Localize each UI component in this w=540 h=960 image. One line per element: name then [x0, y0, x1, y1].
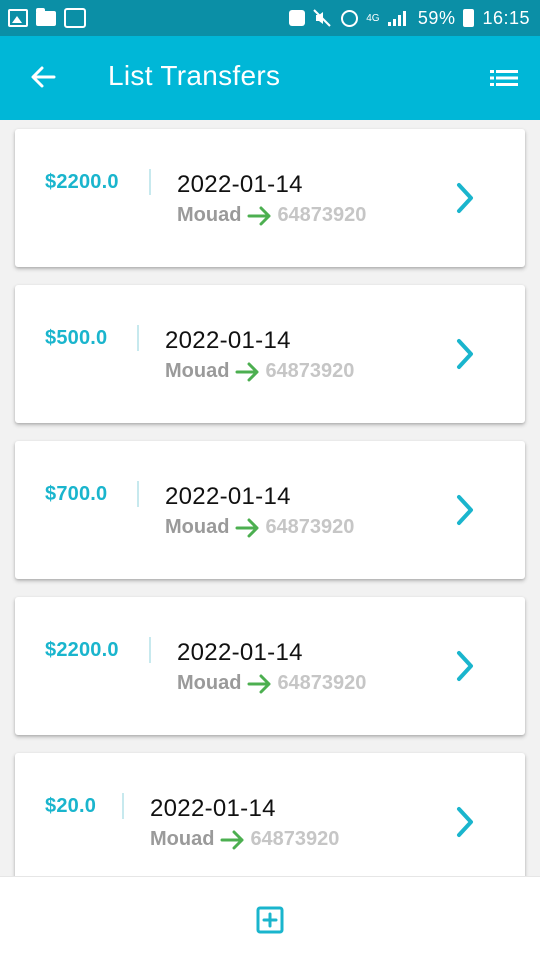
transfer-route: Mouad 64873920 — [150, 828, 339, 851]
list-menu-icon — [490, 70, 518, 86]
chevron-right-icon[interactable] — [453, 181, 477, 215]
status-bar: 4G 59% 16:15 — [0, 0, 540, 36]
transfer-sender: Mouad — [150, 828, 215, 850]
transfer-sender: Mouad — [165, 516, 230, 538]
app-bar: List Transfers — [0, 36, 540, 120]
battery-icon — [463, 9, 475, 27]
card-divider — [122, 793, 124, 819]
alarm-icon — [340, 9, 358, 27]
folder-notification-icon — [36, 7, 56, 26]
back-button[interactable] — [28, 62, 58, 92]
battery-percentage: 59% — [417, 7, 456, 28]
arrow-right-icon — [235, 362, 259, 381]
add-box-icon — [256, 906, 284, 934]
bottom-bar — [0, 876, 540, 960]
wifi-notification-icon — [64, 8, 86, 28]
chevron-right-icon[interactable] — [453, 337, 477, 371]
transfer-sender: Mouad — [177, 204, 242, 226]
status-bar-notifications — [8, 7, 86, 28]
transfer-route: Mouad 64873920 — [165, 516, 354, 539]
network-type: 4G — [366, 12, 380, 24]
chevron-right-icon[interactable] — [453, 805, 477, 839]
card-divider — [149, 169, 151, 195]
transfer-card[interactable]: $500.0 2022-01-14 Mouad 64873920 — [15, 285, 525, 423]
lock-icon — [288, 10, 305, 26]
transfer-date: 2022-01-14 — [165, 483, 291, 510]
transfer-amount: $2200.0 — [45, 639, 119, 661]
transfer-sender: Mouad — [165, 360, 230, 382]
transfer-amount: $700.0 — [45, 483, 108, 505]
arrow-right-icon — [235, 518, 259, 537]
arrow-right-icon — [247, 674, 271, 693]
transfer-date: 2022-01-14 — [150, 795, 276, 822]
transfer-receiver: 64873920 — [265, 360, 355, 382]
transfer-date: 2022-01-14 — [177, 639, 303, 666]
transfer-card[interactable]: $20.0 2022-01-14 Mouad 64873920 — [15, 753, 525, 876]
transfer-card[interactable]: $2200.0 2022-01-14 Mouad 64873920 — [15, 597, 525, 735]
page-title: List Transfers — [108, 60, 281, 91]
menu-button[interactable] — [488, 66, 520, 90]
transfer-receiver: 64873920 — [277, 672, 367, 694]
arrow-right-icon — [220, 830, 244, 849]
transfer-route: Mouad 64873920 — [177, 672, 366, 695]
transfer-sender: Mouad — [177, 672, 242, 694]
signal-icon — [387, 10, 410, 26]
transfer-amount: $20.0 — [45, 795, 97, 817]
transfer-receiver: 64873920 — [250, 828, 340, 850]
transfer-route: Mouad 64873920 — [177, 204, 366, 227]
clock: 16:15 — [482, 7, 530, 28]
transfer-receiver: 64873920 — [277, 204, 367, 226]
transfer-receiver: 64873920 — [265, 516, 355, 538]
transfer-route: Mouad 64873920 — [165, 360, 354, 383]
card-divider — [137, 481, 139, 507]
transfer-card[interactable]: $700.0 2022-01-14 Mouad 64873920 — [15, 441, 525, 579]
mute-icon — [313, 9, 333, 27]
transfer-date: 2022-01-14 — [177, 171, 303, 198]
add-transfer-button[interactable] — [256, 906, 284, 934]
transfer-amount: $500.0 — [45, 327, 108, 349]
chevron-right-icon[interactable] — [453, 493, 477, 527]
transfer-list[interactable]: $2200.0 2022-01-14 Mouad 64873920 $500.0… — [0, 120, 540, 876]
transfer-card[interactable]: $2200.0 2022-01-14 Mouad 64873920 — [15, 129, 525, 267]
arrow-left-icon — [31, 66, 56, 88]
status-bar-system: 4G 59% 16:15 — [288, 7, 530, 29]
card-divider — [137, 325, 139, 351]
chevron-right-icon[interactable] — [453, 649, 477, 683]
transfer-date: 2022-01-14 — [165, 327, 291, 354]
transfer-amount: $2200.0 — [45, 171, 119, 193]
card-divider — [149, 637, 151, 663]
arrow-right-icon — [247, 206, 271, 225]
image-notification-icon — [8, 9, 28, 27]
